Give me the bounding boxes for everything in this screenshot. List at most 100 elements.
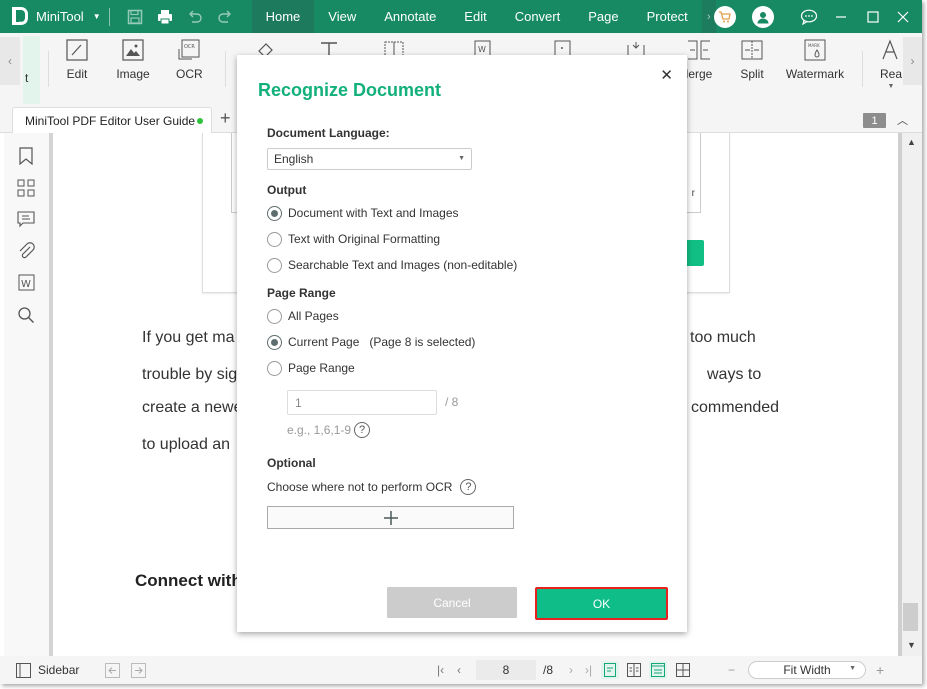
- paragraph-line: trouble by sig: [142, 366, 238, 383]
- comments-icon[interactable]: [17, 210, 35, 228]
- image-icon: [122, 39, 144, 61]
- bookmark-icon[interactable]: [17, 147, 35, 165]
- two-page-continuous-view-icon[interactable]: [674, 661, 692, 679]
- page-range-current-page[interactable]: Current Page (Page 8 is selected): [267, 334, 475, 350]
- menu-home[interactable]: Home: [251, 0, 315, 33]
- watermark-tool-button[interactable]: MARK Watermark: [785, 39, 845, 81]
- svg-text:OCR: OCR: [184, 44, 195, 50]
- scrollbar-thumb[interactable]: [903, 603, 918, 631]
- feedback-chat-icon[interactable]: [794, 0, 824, 33]
- section-heading: Connect with: [135, 571, 242, 590]
- scroll-up-icon[interactable]: ▲: [907, 137, 916, 147]
- read-aloud-icon: [882, 39, 898, 60]
- attachment-icon[interactable]: [17, 242, 35, 260]
- nav-forward-icon[interactable]: [131, 656, 146, 684]
- read-tool-button[interactable]: Rea ▼: [880, 39, 902, 90]
- main-menu: Home View Annotate Edit Convert Page Pro…: [251, 0, 702, 33]
- radio-unselected[interactable]: [267, 308, 282, 324]
- zoom-in-button[interactable]: +: [876, 656, 884, 684]
- menu-page[interactable]: Page: [574, 0, 632, 33]
- ocr-tool-button[interactable]: OCR OCR: [176, 39, 203, 81]
- add-exclusion-area-button[interactable]: [267, 506, 514, 529]
- menu-convert[interactable]: Convert: [501, 0, 575, 33]
- paragraph-line-right: commended: [691, 399, 780, 416]
- next-page-icon[interactable]: ›: [569, 656, 573, 684]
- print-icon[interactable]: [150, 0, 180, 33]
- minitool-logo-icon: PDF: [12, 6, 30, 27]
- ribbon-scroll-right-icon[interactable]: ›: [903, 37, 922, 85]
- close-dialog-icon[interactable]: ✕: [660, 66, 673, 84]
- optional-description: Choose where not to perform OCR ?: [267, 479, 477, 495]
- redo-icon[interactable]: [210, 0, 240, 33]
- menu-protect[interactable]: Protect: [633, 0, 702, 33]
- app-window: PDF MiniTool ▼ Home View Annotate Edit C…: [0, 0, 922, 684]
- paragraph-line: to upload an: [142, 436, 231, 453]
- maximize-icon[interactable]: [858, 0, 888, 33]
- continuous-view-icon[interactable]: [649, 661, 667, 679]
- nav-back-icon[interactable]: [105, 656, 120, 684]
- single-page-view-icon[interactable]: [601, 661, 619, 679]
- help-icon[interactable]: ?: [354, 422, 371, 438]
- first-page-icon[interactable]: |‹: [437, 656, 444, 684]
- radio-selected[interactable]: [267, 205, 282, 221]
- radio-unselected[interactable]: [267, 231, 282, 247]
- last-page-icon[interactable]: ›|: [585, 656, 592, 684]
- output-option-original-formatting[interactable]: Text with Original Formatting: [267, 231, 440, 247]
- cancel-button[interactable]: Cancel: [387, 587, 517, 618]
- document-tab[interactable]: MiniTool PDF Editor User Guide: [12, 107, 212, 133]
- divider: [862, 51, 863, 87]
- menu-annotate[interactable]: Annotate: [370, 0, 450, 33]
- word-convert-icon[interactable]: W: [17, 274, 35, 292]
- minimize-icon[interactable]: [826, 0, 856, 33]
- radio-unselected[interactable]: [267, 257, 282, 273]
- page-number-input[interactable]: 8: [476, 660, 536, 680]
- ribbon-scroll-left-icon[interactable]: ‹: [0, 37, 20, 85]
- undo-icon[interactable]: [180, 0, 210, 33]
- account-avatar-icon[interactable]: [752, 6, 774, 28]
- sidebar: W: [4, 133, 49, 656]
- vertical-scrollbar[interactable]: ▲ ▼: [902, 133, 922, 656]
- divider: [48, 51, 49, 87]
- scroll-down-icon[interactable]: ▼: [907, 640, 916, 650]
- edit-tool-button[interactable]: Edit: [64, 39, 90, 81]
- radio-unselected[interactable]: [267, 360, 282, 376]
- help-icon[interactable]: ?: [460, 479, 477, 495]
- image-tool-button[interactable]: Image: [115, 39, 151, 81]
- cart-icon[interactable]: [714, 6, 736, 28]
- radio-selected[interactable]: [267, 334, 282, 350]
- ribbon-tool-partial[interactable]: t: [23, 36, 40, 104]
- collapse-ribbon-icon[interactable]: ︿: [897, 112, 908, 128]
- page-range-total: / 8: [445, 395, 459, 409]
- chevron-down-icon: ▼: [458, 155, 465, 162]
- save-icon[interactable]: [120, 0, 150, 33]
- output-option-text-images[interactable]: Document with Text and Images: [267, 205, 459, 221]
- divider: [225, 51, 226, 87]
- page-range-input[interactable]: 1: [287, 390, 437, 415]
- close-window-icon[interactable]: [888, 0, 918, 33]
- read-dropdown-icon[interactable]: ▼: [880, 83, 902, 90]
- paragraph-line-right: ways to: [707, 366, 762, 383]
- split-tool-button[interactable]: Split: [738, 39, 766, 81]
- zoom-mode-select[interactable]: Fit Width ▼: [748, 661, 866, 679]
- page-range-all-pages[interactable]: All Pages: [267, 308, 339, 324]
- two-page-view-icon[interactable]: [625, 661, 643, 679]
- merge-tool-button[interactable]: lerge: [684, 39, 714, 81]
- add-tab-icon[interactable]: +: [220, 108, 231, 129]
- document-language-select[interactable]: English ▼: [267, 148, 472, 170]
- status-bar: Sidebar |‹ ‹ 8 /8 › ›| − Fit Width ▼ +: [0, 656, 922, 684]
- zoom-out-button[interactable]: −: [728, 656, 735, 684]
- sidebar-toggle-button[interactable]: Sidebar: [16, 656, 79, 684]
- page-range-custom[interactable]: Page Range: [267, 360, 355, 376]
- menu-edit[interactable]: Edit: [450, 0, 500, 33]
- total-pages: /8: [543, 663, 554, 677]
- app-menu-dropdown-icon[interactable]: ▼: [93, 12, 101, 21]
- svg-text:MARK: MARK: [808, 43, 820, 48]
- thumbnails-icon[interactable]: [17, 179, 35, 197]
- merge-icon: [688, 40, 710, 60]
- search-icon[interactable]: [17, 306, 35, 324]
- prev-page-icon[interactable]: ‹: [457, 656, 461, 684]
- svg-text:W: W: [478, 45, 486, 54]
- menu-view[interactable]: View: [314, 0, 370, 33]
- ok-button[interactable]: OK: [535, 587, 668, 620]
- output-option-searchable[interactable]: Searchable Text and Images (non-editable…: [267, 257, 517, 273]
